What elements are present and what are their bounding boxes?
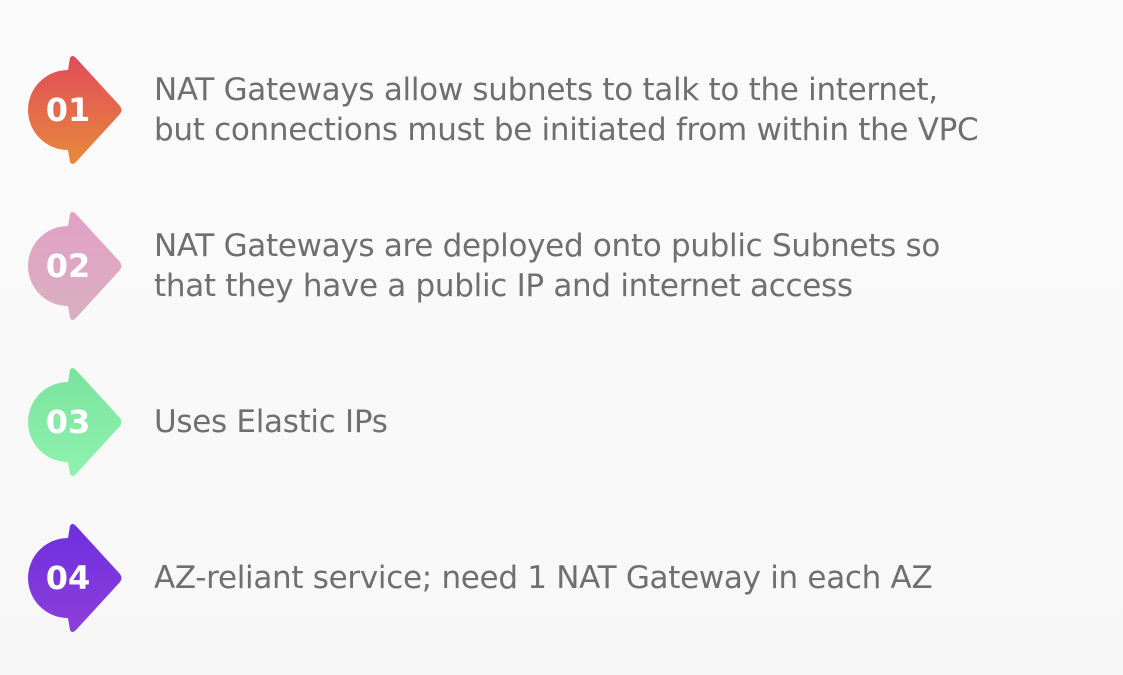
item-text: Uses Elastic IPs [154,366,1104,478]
item-text-line: Uses Elastic IPs [154,404,388,440]
number-badge: 01 [28,54,124,166]
badge-number: 02 [45,247,91,285]
number-badge: 02 [28,210,124,322]
item-text-line: but connections must be initiated from w… [154,112,979,148]
item-text: AZ-reliant service; need 1 NAT Gateway i… [154,522,1104,634]
badge-number: 01 [45,91,91,129]
item-text-line: AZ-reliant service; need 1 NAT Gateway i… [154,560,933,596]
item-text: NAT Gateways are deployed onto public Su… [154,210,1104,322]
slide: 01 NAT Gateways allow subnets to talk to… [0,0,1123,675]
list-item: 03 Uses Elastic IPs [28,366,1108,478]
badge-number: 03 [45,403,91,441]
item-text-line: NAT Gateways are deployed onto public Su… [154,228,940,264]
item-text-line: NAT Gateways allow subnets to talk to th… [154,72,938,108]
list-item: 01 NAT Gateways allow subnets to talk to… [28,54,1108,166]
list-item: 04 AZ-reliant service; need 1 NAT Gatewa… [28,522,1108,634]
list-item: 02 NAT Gateways are deployed onto public… [28,210,1108,322]
number-badge: 04 [28,522,124,634]
badge-number: 04 [45,559,91,597]
number-badge: 03 [28,366,124,478]
item-text: NAT Gateways allow subnets to talk to th… [154,54,1104,166]
item-text-line: that they have a public IP and internet … [154,268,853,304]
